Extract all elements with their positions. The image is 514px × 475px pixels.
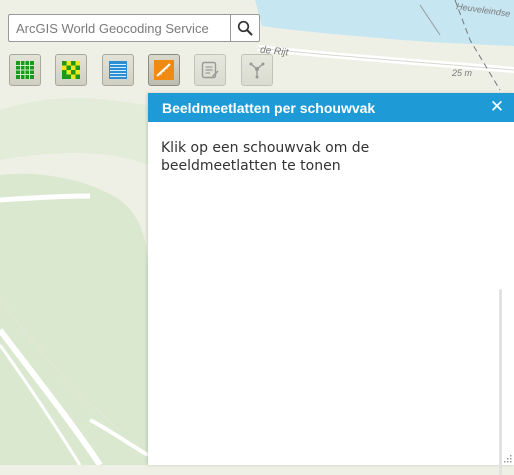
geocoder-search	[8, 14, 260, 42]
close-button[interactable]: ✕	[488, 97, 506, 117]
panel-title: Beeldmeetlatten per schouwvak	[162, 99, 376, 116]
orange-measure-icon	[154, 60, 174, 80]
edit-note-icon	[201, 61, 219, 79]
panel-message: Klik op een schouwvak om de beeldmeetlat…	[161, 140, 370, 174]
tool-edit-note[interactable]	[194, 54, 226, 86]
scrollbar[interactable]	[499, 289, 502, 475]
tool-network[interactable]	[241, 54, 273, 86]
tool-orange-measure[interactable]	[148, 54, 180, 86]
search-button[interactable]	[230, 14, 260, 42]
tool-green-grid[interactable]	[9, 54, 41, 86]
tool-yellow-green-grid[interactable]	[55, 54, 87, 86]
yellow-green-grid-icon	[62, 61, 80, 79]
network-icon	[249, 62, 265, 79]
resize-grip-icon[interactable]	[503, 454, 512, 463]
search-input[interactable]	[8, 14, 230, 42]
map-label-distance: 25 m	[452, 68, 473, 78]
tool-blue-list[interactable]	[102, 54, 134, 86]
search-icon	[237, 20, 253, 36]
info-panel: Beeldmeetlatten per schouwvak ✕ Klik op …	[148, 93, 514, 475]
close-icon: ✕	[489, 97, 505, 117]
green-grid-icon	[16, 61, 34, 79]
blue-list-icon	[109, 61, 127, 79]
panel-header: Beeldmeetlatten per schouwvak ✕	[148, 93, 514, 122]
